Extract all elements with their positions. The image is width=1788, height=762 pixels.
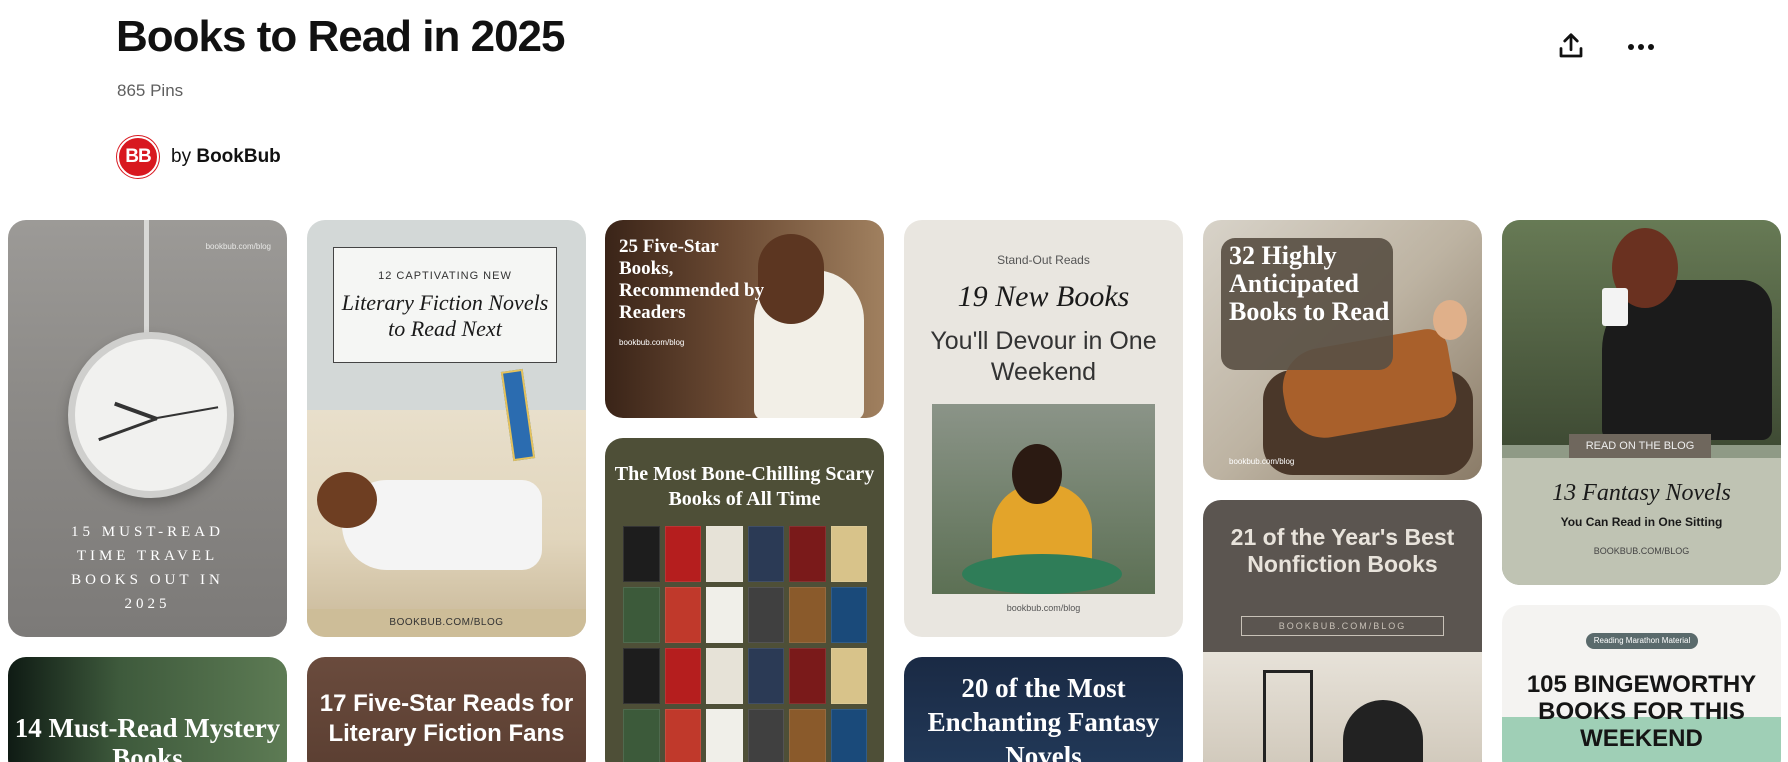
pin-title: 21 of the Year's Best Nonfiction Books — [1230, 524, 1455, 577]
book-cover — [789, 709, 826, 762]
pin-card[interactable]: Stand-Out Reads 19 New Books You'll Devo… — [904, 220, 1183, 637]
pin-card[interactable]: 32 Highly Anticipated Books to Read book… — [1203, 220, 1482, 480]
book-cover — [706, 587, 743, 643]
pin-card[interactable]: 17 Five-Star Reads for Literary Fiction … — [307, 657, 586, 762]
pin-card[interactable]: 14 Must-Read Mystery Books — [8, 657, 287, 762]
reader-photo — [932, 404, 1155, 594]
pin-url: bookbub.com/blog — [619, 338, 685, 347]
pin-title: 14 Must-Read Mystery Books — [14, 713, 281, 762]
book-cover — [664, 709, 701, 762]
owner-text[interactable]: by BookBub — [171, 146, 281, 168]
pin-title: 20 of the Most Enchanting Fantasy Novels — [927, 673, 1160, 762]
pin-subtitle: You Can Read in One Sitting — [1560, 515, 1723, 529]
pin-subtitle: You'll Devour in One Weekend — [930, 327, 1157, 386]
book-cover — [747, 648, 784, 704]
share-icon — [1559, 33, 1583, 58]
pin-title: 15 MUST-READ TIME TRAVEL BOOKS OUT IN 20… — [71, 524, 224, 612]
book-cover — [830, 587, 867, 643]
pin-card[interactable]: 12 CAPTIVATING NEW Literary Fiction Nove… — [307, 220, 586, 637]
book-cover — [664, 587, 701, 643]
board-owner[interactable]: BB by BookBub — [117, 136, 281, 178]
pin-title: 25 Five-Star Books, Recommended by Reade… — [619, 236, 765, 323]
book-cover — [789, 526, 826, 582]
book-cover — [623, 587, 660, 643]
pin-title: 19 New Books — [957, 280, 1130, 313]
book-cover — [706, 526, 743, 582]
pin-card[interactable]: The Most Bone-Chilling Scary Books of Al… — [605, 438, 884, 762]
more-icon — [1626, 37, 1656, 55]
book-cover — [830, 526, 867, 582]
book-cover — [623, 526, 660, 582]
book-cover — [623, 709, 660, 762]
book-cover — [830, 709, 867, 762]
pin-card[interactable]: 25 Five-Star Books, Recommended by Reade… — [605, 220, 884, 418]
pin-watermark: bookbub.com/blog — [205, 242, 271, 251]
avatar[interactable]: BB — [117, 136, 159, 178]
read-on-blog-label: READ ON THE BLOG — [1569, 434, 1711, 458]
owner-name[interactable]: BookBub — [196, 146, 280, 167]
book-cover — [789, 587, 826, 643]
pin-url: BOOKBUB.COM/BLOG — [1241, 616, 1444, 636]
book-cover — [664, 526, 701, 582]
book-cover — [706, 648, 743, 704]
pin-card[interactable]: READ ON THE BLOG 13 Fantasy Novels You C… — [1502, 220, 1781, 585]
pin-card[interactable]: Reading Marathon Material 105 BINGEWORTH… — [1502, 605, 1781, 762]
book-cover — [623, 648, 660, 704]
pin-title: 13 Fantasy Novels — [1552, 480, 1731, 506]
book-cover — [789, 648, 826, 704]
pin-url: bookbub.com/blog — [1229, 457, 1295, 466]
pin-tag: Reading Marathon Material — [1586, 633, 1698, 649]
share-button[interactable] — [1547, 22, 1595, 70]
pin-kicker: Stand-Out Reads — [997, 253, 1090, 267]
pin-title: Literary Fiction Novels to Read Next — [341, 290, 549, 341]
pin-title: 32 Highly Anticipated Books to Read — [1229, 241, 1390, 326]
pin-url: BOOKBUB.COM/BLOG — [1593, 546, 1690, 556]
book-cover — [706, 709, 743, 762]
pin-kicker: 12 CAPTIVATING NEW — [378, 270, 512, 282]
owner-prefix: by — [171, 146, 192, 167]
more-options-button[interactable] — [1617, 22, 1665, 70]
pin-card[interactable]: bookbub.com/blog 15 MUST-READ TIME TRAVE… — [8, 220, 287, 637]
pin-url: bookbub.com/blog — [1006, 603, 1081, 613]
pin-title: 105 BINGEWORTHY BOOKS FOR THIS WEEKEND — [1526, 671, 1757, 752]
pin-title: The Most Bone-Chilling Scary Books of Al… — [614, 463, 875, 510]
clock-image — [68, 332, 234, 498]
pin-count: 865 Pins — [117, 81, 184, 100]
pin-title: 17 Five-Star Reads for Literary Fiction … — [319, 690, 574, 747]
book-cover — [747, 709, 784, 762]
board-title: Books to Read in 2025 — [116, 12, 565, 61]
pin-card[interactable]: 21 of the Year's Best Nonfiction Books B… — [1203, 500, 1482, 762]
book-covers-grid — [623, 526, 867, 762]
pin-card[interactable]: 20 of the Most Enchanting Fantasy Novels — [904, 657, 1183, 762]
book-cover — [747, 526, 784, 582]
pin-url: BOOKBUB.COM/BLOG — [389, 617, 504, 628]
book-cover — [664, 648, 701, 704]
book-cover — [830, 648, 867, 704]
book-cover — [747, 587, 784, 643]
